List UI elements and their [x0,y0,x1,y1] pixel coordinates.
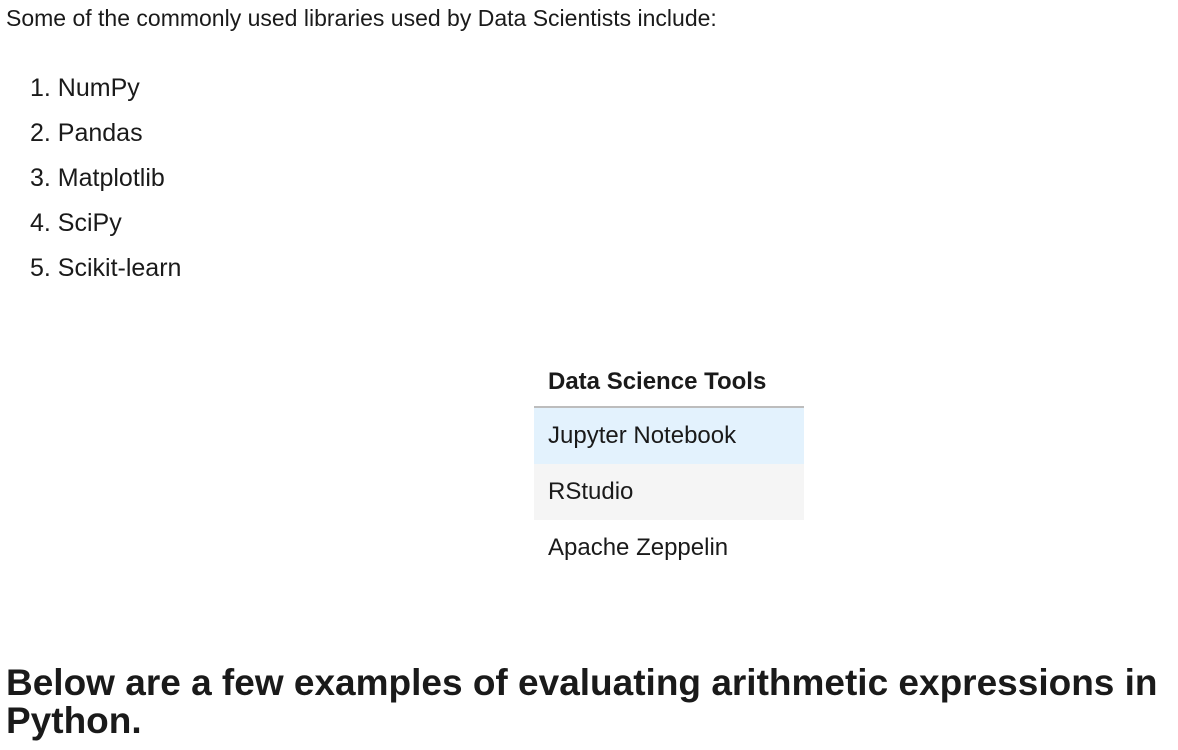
table-cell: Jupyter Notebook [534,407,804,464]
list-item: 2. Pandas [30,119,143,147]
intro-text: Some of the commonly used libraries used… [6,5,717,31]
table-row: Jupyter Notebook [534,407,804,464]
list-item: 4. SciPy [30,209,122,237]
table-cell: RStudio [534,464,804,520]
libraries-list: 1. NumPy 2. Pandas 3. Matplotlib 4. SciP… [30,72,181,297]
list-item: 5. Scikit-learn [30,254,182,282]
list-item: 3. Matplotlib [30,164,165,192]
tools-table: Data Science Tools Jupyter Notebook RStu… [534,358,804,576]
list-item: 1. NumPy [30,74,140,102]
table-row: Apache Zeppelin [534,520,804,576]
table-row: RStudio [534,464,804,520]
table-header: Data Science Tools [534,358,804,408]
table-cell: Apache Zeppelin [548,534,729,561]
section-heading: Below are a few examples of evaluating a… [6,662,1158,741]
